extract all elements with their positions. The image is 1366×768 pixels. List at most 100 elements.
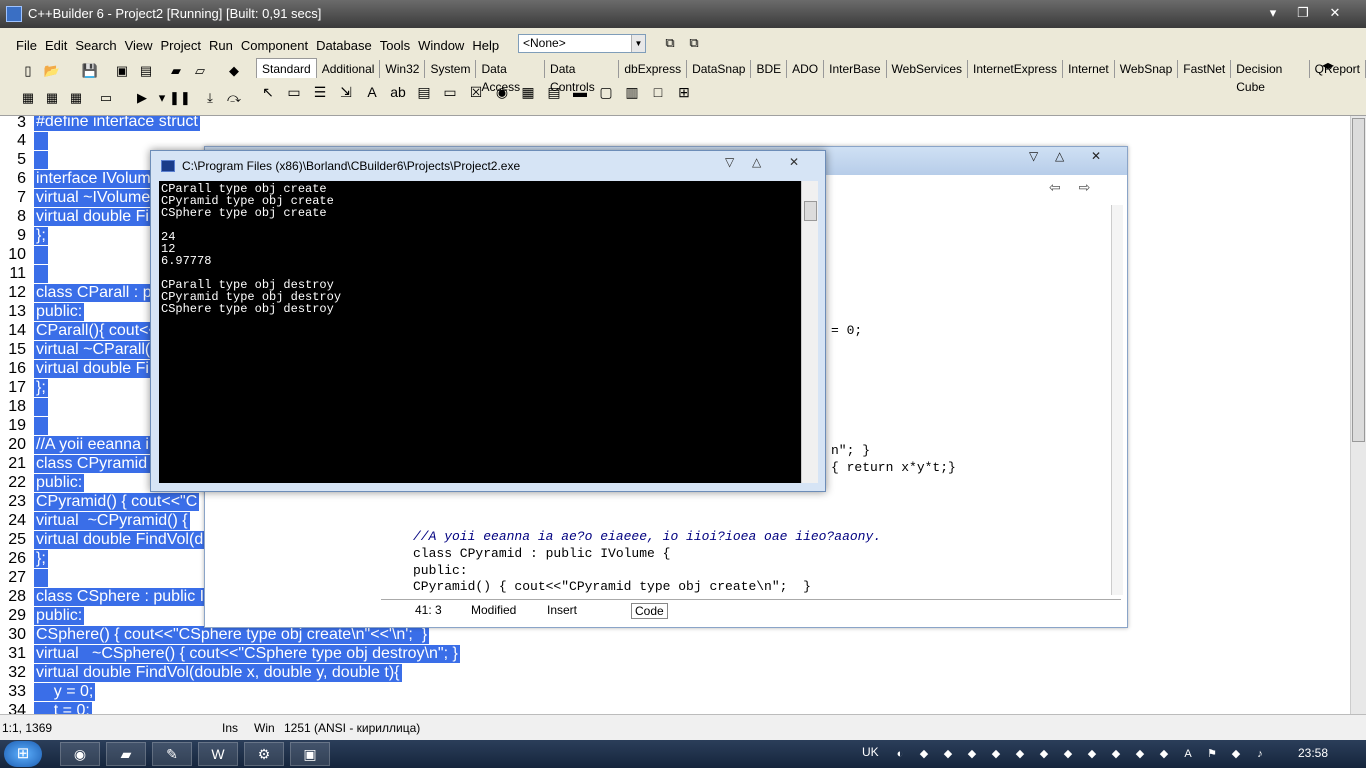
language-indicator[interactable]: UK — [862, 745, 879, 759]
menu-view[interactable]: View — [121, 38, 157, 53]
console-close-icon[interactable]: ✕ — [789, 155, 799, 169]
window-list-icon[interactable]: ⧉ — [660, 33, 680, 53]
ati-icon[interactable]: A — [1180, 746, 1196, 762]
menu-window[interactable]: Window — [414, 38, 468, 53]
palette-tab-websnap[interactable]: WebSnap — [1115, 60, 1179, 78]
pause-icon[interactable]: ❚❚ — [168, 88, 191, 108]
palette-tab-decision-cube[interactable]: Decision Cube — [1231, 60, 1310, 94]
palette-tab-additional[interactable]: Additional — [317, 60, 381, 78]
volume-icon[interactable]: ♪ — [1252, 746, 1268, 762]
palette-tab-internet[interactable]: Internet — [1063, 60, 1115, 78]
palette-tab-interbase[interactable]: InterBase — [824, 60, 887, 78]
tray-icon[interactable]: ◆ — [1084, 746, 1100, 762]
palette-tab-data-controls[interactable]: Data Controls — [545, 60, 620, 94]
menu-run[interactable]: Run — [205, 38, 237, 53]
scrollbar-thumb[interactable] — [1352, 118, 1365, 442]
tray-icon[interactable]: ◆ — [964, 746, 980, 762]
scrollbar-icon[interactable]: ▬ — [568, 80, 592, 104]
explorer-taskbar-icon[interactable]: ▰ — [106, 742, 146, 766]
pointer-icon[interactable]: ↖ — [256, 80, 280, 104]
listbox-icon[interactable]: ▦ — [516, 80, 540, 104]
tray-icon[interactable]: ◆ — [1156, 746, 1172, 762]
clock[interactable]: 23:58 — [1298, 746, 1328, 760]
word-taskbar-icon[interactable]: W — [198, 742, 238, 766]
panel-icon[interactable]: □ — [646, 80, 670, 104]
nav-back-icon[interactable]: ⇦ — [1049, 179, 1061, 195]
palette-tab-bde[interactable]: BDE — [751, 60, 788, 78]
code-window-minimize-icon[interactable]: △ — [1055, 149, 1064, 163]
console-maximize-icon[interactable]: △ — [752, 155, 761, 169]
toggle-form-unit-icon[interactable]: ▦ — [66, 88, 86, 108]
console-scrollbar-thumb[interactable] — [804, 201, 817, 221]
remove-from-project-icon[interactable]: ▱ — [190, 61, 210, 81]
palette-tab-datasnap[interactable]: DataSnap — [687, 60, 752, 78]
open-file-icon[interactable]: 📂 — [42, 61, 62, 81]
menu-database[interactable]: Database — [312, 38, 376, 53]
groupbox-icon[interactable]: ▢ — [594, 80, 618, 104]
palette-tab-ado[interactable]: ADO — [787, 60, 825, 78]
console-window[interactable]: C:\Program Files (x86)\Borland\CBuilder6… — [150, 150, 826, 492]
maximize-button[interactable]: ❐ — [1288, 2, 1318, 24]
console-scrollbar[interactable] — [801, 181, 818, 483]
tray-icon[interactable]: ◆ — [1060, 746, 1076, 762]
palette-tab-system[interactable]: System — [425, 60, 477, 78]
actionlist-icon[interactable]: ⊞ — [672, 80, 696, 104]
cbuilder-taskbar-icon[interactable]: ⚙ — [244, 742, 284, 766]
tray-icon[interactable]: ◆ — [940, 746, 956, 762]
view-unit-icon[interactable]: ▦ — [18, 88, 38, 108]
flag-icon[interactable]: ⚑ — [1204, 746, 1220, 762]
configuration-combo[interactable]: <None> ▼ — [518, 34, 646, 53]
palette-scroll-arrows-icon[interactable]: ◂▸ — [1322, 58, 1334, 72]
palette-tab-webservices[interactable]: WebServices — [887, 60, 969, 78]
button-icon[interactable]: ▭ — [438, 80, 462, 104]
trace-into-icon[interactable]: ⤓ — [200, 88, 220, 108]
radiogroup-icon[interactable]: ▥ — [620, 80, 644, 104]
save-all-icon[interactable]: ▣ — [112, 61, 132, 81]
tab-code[interactable]: Code — [631, 603, 668, 619]
mainmenu-icon[interactable]: ☰ — [308, 80, 332, 104]
tray-icon[interactable]: ◆ — [1228, 746, 1244, 762]
radiobutton-icon[interactable]: ◉ — [490, 80, 514, 104]
palette-tab-internetexpress[interactable]: InternetExpress — [968, 60, 1064, 78]
combo-dropdown-icon[interactable]: ▼ — [631, 35, 645, 52]
code-window-close-icon[interactable]: ✕ — [1091, 149, 1101, 163]
console-minimize-icon[interactable]: ▽ — [725, 155, 734, 169]
menu-component[interactable]: Component — [237, 38, 312, 53]
console-taskbar-icon[interactable]: ▣ — [290, 742, 330, 766]
start-button[interactable]: ⊞ — [4, 741, 42, 767]
menu-project[interactable]: Project — [157, 38, 205, 53]
tray-icon[interactable]: ◆ — [988, 746, 1004, 762]
save-icon[interactable]: 💾 — [80, 61, 100, 81]
menu-file[interactable]: File — [12, 38, 41, 53]
frames-icon[interactable]: ▭ — [282, 80, 306, 104]
palette-tab-dbexpress[interactable]: dbExpress — [619, 60, 688, 78]
new-file-icon[interactable]: ▯ — [18, 61, 38, 81]
step-over-icon[interactable]: ⤼ — [224, 88, 244, 108]
code-window-scrollbar[interactable] — [1111, 205, 1123, 595]
help-contents-icon[interactable]: ◆ — [224, 61, 244, 81]
palette-tab-standard[interactable]: Standard — [256, 58, 317, 78]
window-list-icon-2[interactable]: ⧉ — [684, 33, 704, 53]
close-button[interactable]: ✕ — [1320, 2, 1350, 24]
popupmenu-icon[interactable]: ⇲ — [334, 80, 358, 104]
combobox-icon[interactable]: ▤ — [542, 80, 566, 104]
palette-tab-data-access[interactable]: Data Access — [476, 60, 546, 94]
add-to-project-icon[interactable]: ▰ — [166, 61, 186, 81]
tool-taskbar-icon[interactable]: ✎ — [152, 742, 192, 766]
menu-help[interactable]: Help — [468, 38, 503, 53]
tray-icon[interactable]: ◆ — [916, 746, 932, 762]
tray-icon[interactable]: ◆ — [1036, 746, 1052, 762]
memo-icon[interactable]: ▤ — [412, 80, 436, 104]
menu-search[interactable]: Search — [71, 38, 120, 53]
run-icon[interactable]: ▶ — [132, 88, 152, 108]
chrome-taskbar-icon[interactable]: ◉ — [60, 742, 100, 766]
edit-icon[interactable]: ab — [386, 80, 410, 104]
editor-vertical-scrollbar[interactable] — [1350, 116, 1366, 714]
tray-icon[interactable]: ◆ — [1012, 746, 1028, 762]
open-project-icon[interactable]: ▤ — [136, 61, 156, 81]
palette-tab-fastnet[interactable]: FastNet — [1178, 60, 1232, 78]
new-form-icon[interactable]: ▭ — [96, 88, 116, 108]
menu-edit[interactable]: Edit — [41, 38, 71, 53]
palette-tab-qreport[interactable]: QReport — [1310, 60, 1366, 78]
palette-tab-win32[interactable]: Win32 — [380, 60, 426, 78]
